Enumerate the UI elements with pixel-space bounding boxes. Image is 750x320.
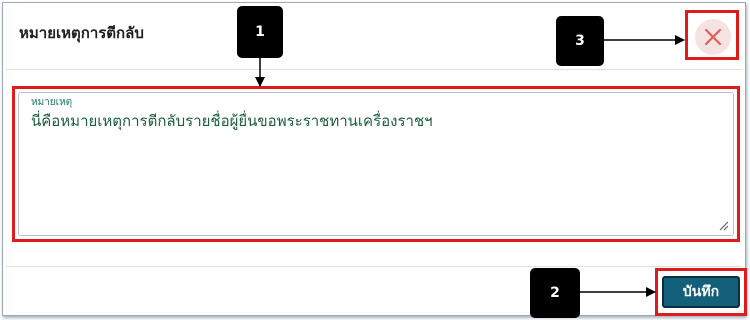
remark-textarea[interactable]: หมายเหตุ นี่คือหมายเหตุการตีกลับรายชื่อผ… bbox=[18, 92, 734, 236]
dialog-title: หมายเหตุการตีกลับ bbox=[19, 24, 144, 42]
callout-2: 2 bbox=[530, 268, 580, 318]
callout-1: 1 bbox=[237, 6, 283, 58]
close-button[interactable] bbox=[695, 19, 731, 55]
close-button-highlight bbox=[685, 10, 739, 60]
remark-field-value[interactable]: นี่คือหมายเหตุการตีกลับรายชื่อผู้ยื่นขอพ… bbox=[31, 109, 433, 133]
remark-field-highlight: หมายเหตุ นี่คือหมายเหตุการตีกลับรายชื่อผ… bbox=[12, 86, 740, 242]
header-divider bbox=[6, 69, 742, 70]
callout-3: 3 bbox=[556, 16, 604, 66]
resize-handle-icon[interactable] bbox=[719, 221, 729, 231]
save-button[interactable]: บันทึก bbox=[662, 276, 740, 308]
footer-divider bbox=[6, 266, 742, 267]
save-button-highlight: บันทึก bbox=[655, 268, 747, 316]
close-icon bbox=[704, 28, 722, 46]
remark-field-label: หมายเหตุ bbox=[31, 97, 73, 108]
